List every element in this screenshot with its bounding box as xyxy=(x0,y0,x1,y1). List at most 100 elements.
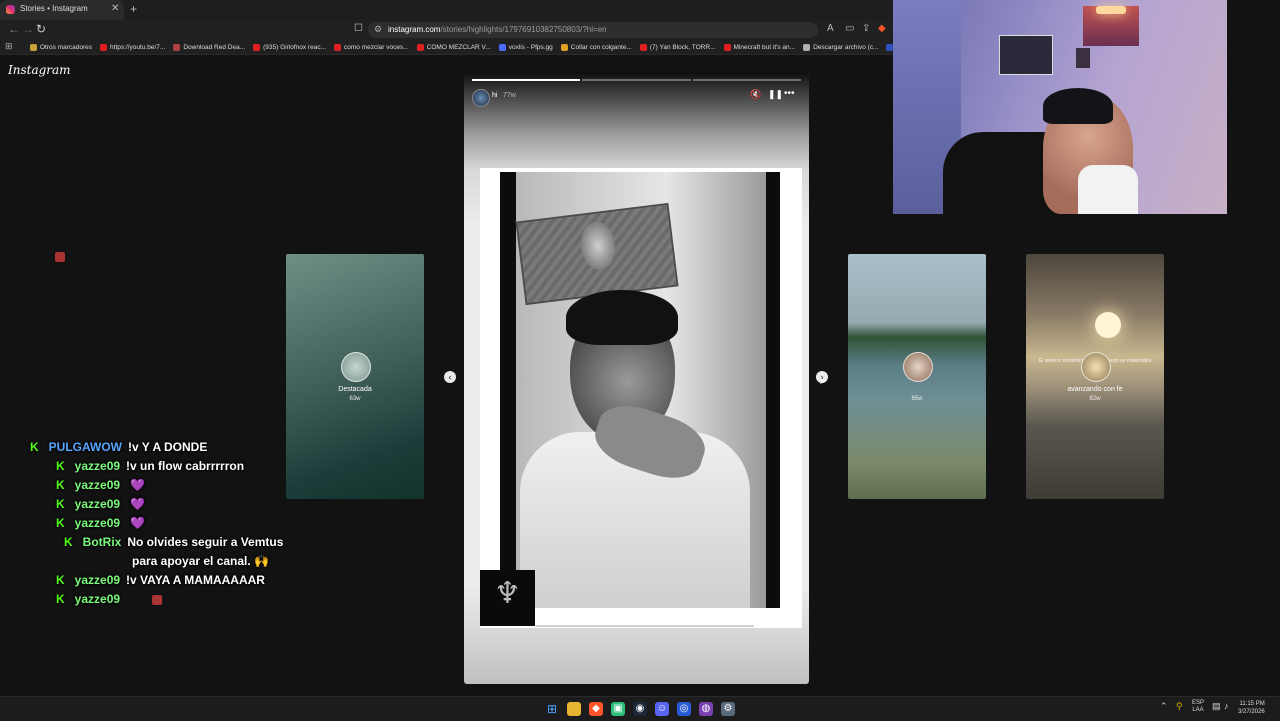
highlight-time: 65w xyxy=(911,396,923,402)
instagram-logo[interactable]: Instagram xyxy=(8,63,71,77)
wall-poster xyxy=(999,35,1053,75)
previous-story-button[interactable]: ‹ xyxy=(444,371,456,383)
site-info-icon[interactable]: ⚙ xyxy=(374,24,382,35)
story-viewer[interactable]: hi 77w 🔇 ❚❚ ••• ♆ xyxy=(464,72,809,684)
back-icon[interactable]: ← xyxy=(8,22,20,36)
story-progress xyxy=(472,79,801,81)
bookmark-item[interactable]: como mezclar voces... xyxy=(333,40,409,54)
mute-icon[interactable]: 🔇 xyxy=(750,89,761,100)
url-path: /stories/highlights/17976910382750803/?h… xyxy=(440,25,607,34)
story-username[interactable]: hi xyxy=(492,92,497,99)
tray-expand-icon[interactable]: ⌃ xyxy=(1160,701,1168,712)
lang-code: ESP xyxy=(1192,700,1205,706)
bookmark-label: Descargar archivo (c... xyxy=(813,43,879,51)
tab-stories-instagram[interactable]: Stories • Instagram ✕ xyxy=(0,0,124,20)
bookmark-label: (7) Yan Block, TORR... xyxy=(649,43,716,51)
progress-segment xyxy=(582,79,691,81)
bookmark-icon[interactable]: ☐ xyxy=(354,23,363,34)
more-options-icon[interactable]: ••• xyxy=(784,88,795,99)
discord-icon[interactable]: ☺ xyxy=(655,702,669,716)
emote-image xyxy=(55,252,65,262)
brave-browser-icon[interactable]: ◆ xyxy=(589,702,603,716)
bookmark-item[interactable]: Otros marcadores xyxy=(30,40,92,54)
bookmark-label: voxlis - Pfps.gg xyxy=(508,43,553,51)
bookmark-item[interactable]: https://youtu.be/7... xyxy=(100,40,165,54)
chat-username: yazze09 xyxy=(74,573,121,587)
bookmark-item[interactable]: COMO MEZCLAR V... xyxy=(416,40,491,54)
input-language[interactable]: ESP LAA xyxy=(1192,700,1204,714)
chat-message: K PULGAWOW !v Y A DONDE xyxy=(30,440,207,454)
chat-username: BotRix xyxy=(82,535,122,549)
new-tab-button[interactable]: + xyxy=(130,2,137,16)
tray-app-icon[interactable]: ⚲ xyxy=(1176,701,1183,712)
bookmark-label: como mezclar voces... xyxy=(343,43,409,51)
apps-grid-icon[interactable]: ⊞ xyxy=(5,41,13,52)
url-field[interactable]: ⚙ instagram.com/stories/highlights/17976… xyxy=(368,22,818,38)
share-icon[interactable]: ⇪ xyxy=(862,23,870,34)
highlight-card-destacada[interactable]: Destacada 63w xyxy=(286,254,424,499)
mouse-cursor-icon: ➤ xyxy=(819,376,827,386)
highlight-avatar xyxy=(341,352,371,382)
browser-tab-bar: Stories • Instagram ✕ + xyxy=(0,0,893,20)
app-icon[interactable]: ◎ xyxy=(677,702,691,716)
translate-icon[interactable]: A xyxy=(827,23,834,34)
bookmark-favicon-icon xyxy=(560,43,568,51)
clock[interactable]: 11:15 PM 3/27/2026 xyxy=(1238,700,1265,716)
bookmark-label: (935) Girlofnox reac... xyxy=(263,43,326,51)
file-explorer-icon[interactable] xyxy=(567,702,581,716)
kick-badge-icon: K xyxy=(56,497,65,511)
cap xyxy=(1043,88,1113,124)
heart-emote-icon: 💜 xyxy=(130,497,145,511)
chat-username: yazze09 xyxy=(74,478,121,492)
chat-text: !v VAYA A MAMAAAAAR xyxy=(126,573,265,587)
chat-message: K BotRix No olvides seguir a Vemtus xyxy=(64,535,283,549)
story-avatar[interactable] xyxy=(472,89,490,107)
cast-icon[interactable]: ▭ xyxy=(845,23,854,34)
bookmark-item[interactable]: Collar con colgante... xyxy=(560,40,632,54)
highlight-time: 63w xyxy=(349,396,361,402)
volume-icon[interactable]: ♪ xyxy=(1224,701,1229,711)
url-text: instagram.com/stories/highlights/1797691… xyxy=(388,25,607,34)
app-icon[interactable]: ▣ xyxy=(611,702,625,716)
settings-icon[interactable]: ⚙ xyxy=(721,702,735,716)
kick-badge-icon: K xyxy=(56,459,65,473)
windows-start-icon[interactable]: ⊞ xyxy=(545,702,559,716)
steam-icon[interactable]: ◉ xyxy=(633,702,647,716)
bookmark-item[interactable]: Descargar archivo (c... xyxy=(803,40,878,54)
webcam-feed xyxy=(893,0,1227,214)
clock-time: 11:15 PM xyxy=(1239,701,1265,707)
bookmark-item[interactable]: voxlis - Pfps.gg xyxy=(498,40,553,54)
kick-badge-icon: K xyxy=(64,535,73,549)
instagram-favicon-icon xyxy=(6,5,15,14)
bookmark-favicon-icon xyxy=(639,43,647,51)
pause-icon[interactable]: ❚❚ xyxy=(768,89,783,100)
bookmark-label: Download Red Dea... xyxy=(183,43,246,51)
heart-emote-icon: 💜 xyxy=(130,516,145,530)
highlight-card-avanzando[interactable]: El silencio romántico en la ... / luego … xyxy=(1026,254,1164,499)
bookmark-item[interactable]: Minecraft but it's an... xyxy=(723,40,795,54)
bookmark-item[interactable]: (935) Girlofnox reac... xyxy=(253,40,326,54)
windows-taskbar: ⊞ ◆ ▣ ◉ ☺ ◎ ◍ ⚙ ⌃ ⚲ ESP LAA ▤ ♪ 11:15 PM… xyxy=(0,696,1280,721)
bookmark-item[interactable]: Download Red Dea... xyxy=(173,40,245,54)
story-time: 77w xyxy=(503,92,516,99)
bookmark-list: Otros marcadores https://youtu.be/7... Dow… xyxy=(30,40,942,54)
obs-icon[interactable]: ◍ xyxy=(699,702,713,716)
chat-message: Kyazze09 !v un flow cabrrrrron xyxy=(56,459,244,473)
chat-text: !v Y A DONDE xyxy=(128,440,208,454)
bookmark-favicon-icon xyxy=(498,43,506,51)
highlight-card-beach[interactable]: 65w xyxy=(848,254,986,499)
tab-close-icon[interactable]: ✕ xyxy=(111,3,119,14)
bookmark-item[interactable]: (7) Yan Block, TORR... xyxy=(639,40,716,54)
kick-badge-icon: K xyxy=(56,516,65,530)
reload-icon[interactable]: ↻ xyxy=(36,22,46,36)
kick-badge-icon: K xyxy=(56,573,65,587)
forward-icon[interactable]: → xyxy=(22,22,34,36)
sun-image xyxy=(1095,312,1121,338)
bookmark-favicon-icon xyxy=(333,43,341,51)
chat-username: yazze09 xyxy=(74,497,121,511)
brave-shield-icon[interactable]: ◆ xyxy=(878,23,886,34)
network-icon[interactable]: ▤ xyxy=(1212,701,1221,712)
bookmark-favicon-icon xyxy=(416,43,424,51)
highlight-avatar xyxy=(903,352,933,382)
progress-segment xyxy=(692,79,801,81)
